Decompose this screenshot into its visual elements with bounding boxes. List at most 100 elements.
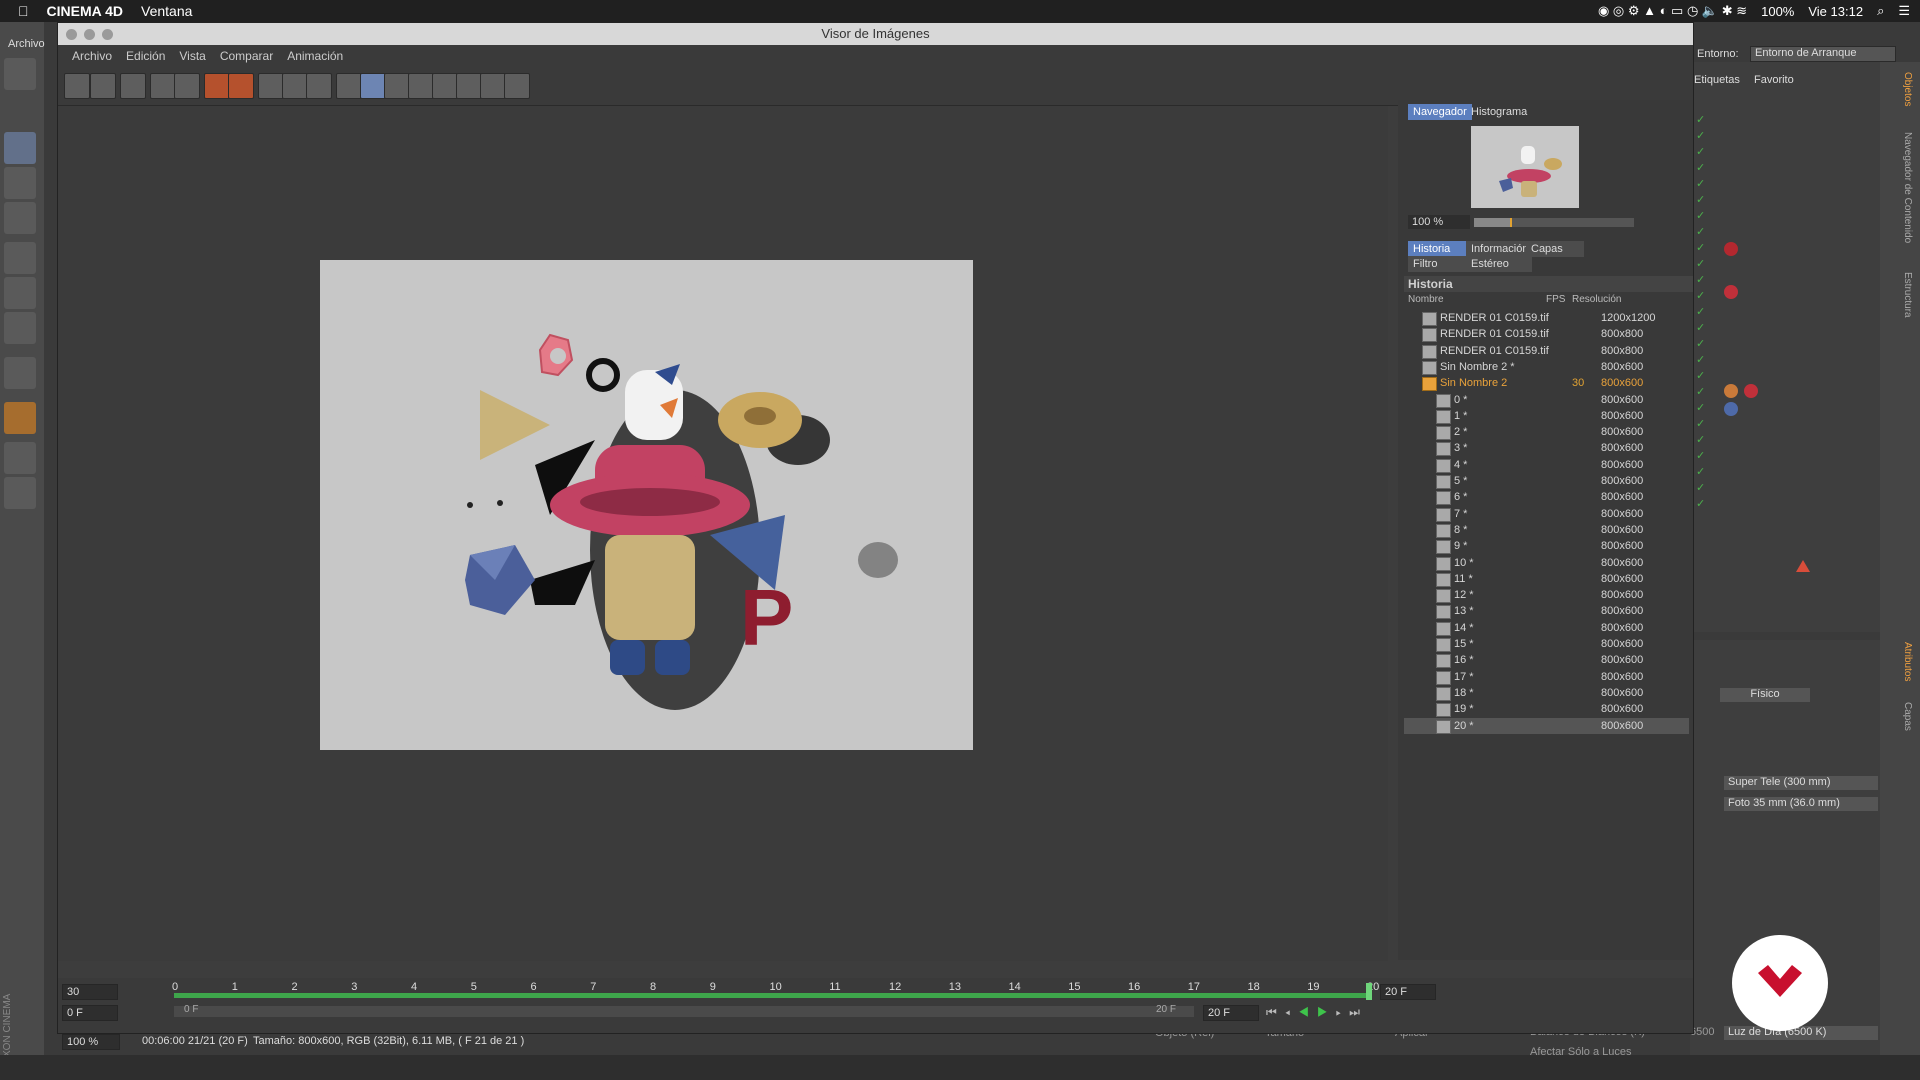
entorno-select[interactable]: Entorno de Arranque (1750, 46, 1896, 62)
play-back-icon[interactable]: ◀ (1298, 1005, 1317, 1019)
battery-label[interactable]: 100% (1761, 4, 1794, 19)
history-row[interactable]: 19 * 800x600 (1404, 701, 1689, 718)
view-single-icon[interactable] (258, 73, 284, 99)
history-row[interactable]: 12 * 800x600 (1404, 587, 1689, 604)
check-icons[interactable]: ✓ ✓ ✓ ✓ ✓ ✓ ✓ ✓ ✓ ✓ ✓ ✓ ✓ ✓ ✓ ✓ ✓ ✓ ✓ ✓ ✓ ✓ ✓ ✓ ✓ (1696, 112, 1705, 512)
history-row[interactable]: 0 * 800x600 (1404, 392, 1689, 408)
tab-navegador-contenido[interactable]: Navegador de Contenido (1902, 132, 1913, 243)
history-row[interactable]: 5 * 800x600 (1404, 473, 1689, 489)
search-icon[interactable]: ⌕ (1877, 3, 1884, 19)
tab-atributos[interactable]: Atributos (1902, 642, 1913, 681)
prev-frame-icon[interactable]: ◂ (1285, 1005, 1298, 1019)
tab-histograma[interactable]: Histograma (1466, 104, 1532, 120)
magnet-icon[interactable] (4, 402, 36, 434)
history-row[interactable]: RENDER 01 C0159.tif 800x800 (1404, 343, 1689, 359)
col-fps[interactable]: FPS (1546, 294, 1565, 305)
history-row[interactable]: 10 * 800x600 (1404, 555, 1689, 571)
list-icon[interactable]: ☰ (1898, 3, 1910, 19)
minimize-button[interactable] (84, 29, 95, 40)
warning-tag-icon[interactable] (1796, 560, 1810, 572)
history-row[interactable]: 14 * 800x600 (1404, 620, 1689, 636)
history-row[interactable]: RENDER 01 C0159.tif 800x800 (1404, 326, 1689, 343)
tab-navegador[interactable]: Navegador (1408, 104, 1472, 120)
ab-swap-icon[interactable] (384, 73, 410, 99)
object-icon[interactable] (4, 242, 36, 274)
tab-etiquetas[interactable]: Etiquetas (1694, 74, 1740, 86)
set-b-icon[interactable] (432, 73, 458, 99)
material-tag-icon-2[interactable] (1724, 285, 1738, 299)
end-frame-field[interactable]: 20 F (1380, 984, 1436, 1000)
stop-render-icon[interactable] (204, 73, 230, 99)
c4d-file-menu[interactable]: Archivo (8, 38, 45, 50)
menu-comparar[interactable]: Comparar (220, 49, 273, 63)
render-region-icon[interactable] (174, 73, 200, 99)
view-camera-icon[interactable] (306, 73, 332, 99)
app-menu[interactable]: CINEMA 4D (47, 3, 124, 19)
fps-field[interactable]: 30 (62, 984, 118, 1000)
close-button[interactable] (66, 29, 77, 40)
history-row[interactable]: 3 * 800x600 (1404, 440, 1689, 457)
history-row[interactable]: 4 * 800x600 (1404, 457, 1689, 473)
material-tag-icon[interactable] (1724, 242, 1738, 256)
checker-icon[interactable] (4, 167, 36, 199)
set-a-icon[interactable] (408, 73, 434, 99)
history-row[interactable]: 7 * 800x600 (1404, 506, 1689, 522)
grid-icon[interactable] (4, 477, 36, 509)
zoom-button[interactable] (102, 29, 113, 40)
history-row[interactable]: Sin Nombre 2 * 800x600 (1404, 359, 1689, 375)
apple-icon[interactable]:  (18, 3, 29, 19)
image-canvas[interactable]: P (58, 106, 1388, 961)
object-icon-3[interactable] (4, 312, 36, 344)
tab-estereo[interactable]: Estéreo (1466, 256, 1532, 272)
layers-view-icon[interactable] (480, 73, 506, 99)
menu-edicion[interactable]: Edición (126, 49, 165, 63)
clock[interactable]: Vie 13:12 (1808, 4, 1863, 19)
object-icon-2[interactable] (4, 277, 36, 309)
fit-icon[interactable] (504, 73, 530, 99)
history-row[interactable]: RENDER 01 C0159.tif 1200x1200 (1404, 310, 1689, 326)
history-row[interactable]: 16 * 800x600 (1404, 652, 1689, 669)
crop-icon[interactable] (150, 73, 176, 99)
go-start-icon[interactable]: ⏮ (1266, 1005, 1285, 1019)
history-row[interactable]: 15 * 800x600 (1404, 636, 1689, 652)
navigator-thumbnail[interactable] (1471, 126, 1579, 208)
material-tag-icon-5[interactable] (1724, 402, 1738, 416)
menu-animacion[interactable]: Animación (287, 49, 343, 63)
history-row[interactable]: 2 * 800x600 (1404, 424, 1689, 441)
diff-icon[interactable] (456, 73, 482, 99)
history-row[interactable]: Sin Nombre 2 30 800x600 (1404, 375, 1689, 392)
col-name[interactable]: Nombre (1408, 294, 1444, 305)
next-frame-icon[interactable]: ▸ (1336, 1005, 1349, 1019)
history-row[interactable]: 9 * 800x600 (1404, 538, 1689, 555)
tab-favorito[interactable]: Favorito (1754, 74, 1794, 86)
tab-filtro[interactable]: Filtro (1408, 256, 1468, 272)
playhead[interactable] (1366, 983, 1372, 1000)
tab-historia[interactable]: Historia (1408, 241, 1468, 257)
zoom-slider[interactable] (1474, 218, 1634, 227)
history-row[interactable]: 18 * 800x600 (1404, 685, 1689, 701)
grid-icon[interactable] (120, 73, 146, 99)
open-icon[interactable] (64, 73, 90, 99)
history-row[interactable]: 1 * 800x600 (1404, 408, 1689, 424)
ab-compare-icon[interactable] (336, 73, 362, 99)
render-icon[interactable] (228, 73, 254, 99)
grid-lock-icon[interactable] (4, 442, 36, 474)
window-menu[interactable]: Ventana (141, 3, 192, 19)
history-row[interactable]: 8 * 800x600 (1404, 522, 1689, 538)
go-end-icon[interactable]: ⏭ (1349, 1005, 1368, 1019)
attr-tab-fisico[interactable]: Físico (1720, 688, 1810, 702)
history-row[interactable]: 11 * 800x600 (1404, 571, 1689, 587)
status-icons[interactable]: ◉ ◎ ⚙ ▲ ◐ ▭ ◷ 🔈 ✱ ≋ (1598, 3, 1747, 19)
status-zoom-field[interactable]: 100 % (62, 1034, 120, 1050)
history-row[interactable]: 13 * 800x600 (1404, 603, 1689, 620)
history-row[interactable]: 20 * 800x600 (1404, 717, 1689, 734)
cube-icon[interactable] (4, 132, 36, 164)
range-end-field[interactable]: 20 F (1203, 1005, 1259, 1021)
zoom-field[interactable]: 100 % (1408, 215, 1470, 229)
undo-icon[interactable] (4, 58, 36, 90)
save-icon[interactable] (90, 73, 116, 99)
range-slider[interactable]: 0 F 20 F (174, 1004, 1194, 1017)
view-split-icon[interactable] (282, 73, 308, 99)
tab-capas[interactable]: Capas (1902, 702, 1913, 731)
play-icon[interactable]: ▶ (1317, 1005, 1336, 1019)
